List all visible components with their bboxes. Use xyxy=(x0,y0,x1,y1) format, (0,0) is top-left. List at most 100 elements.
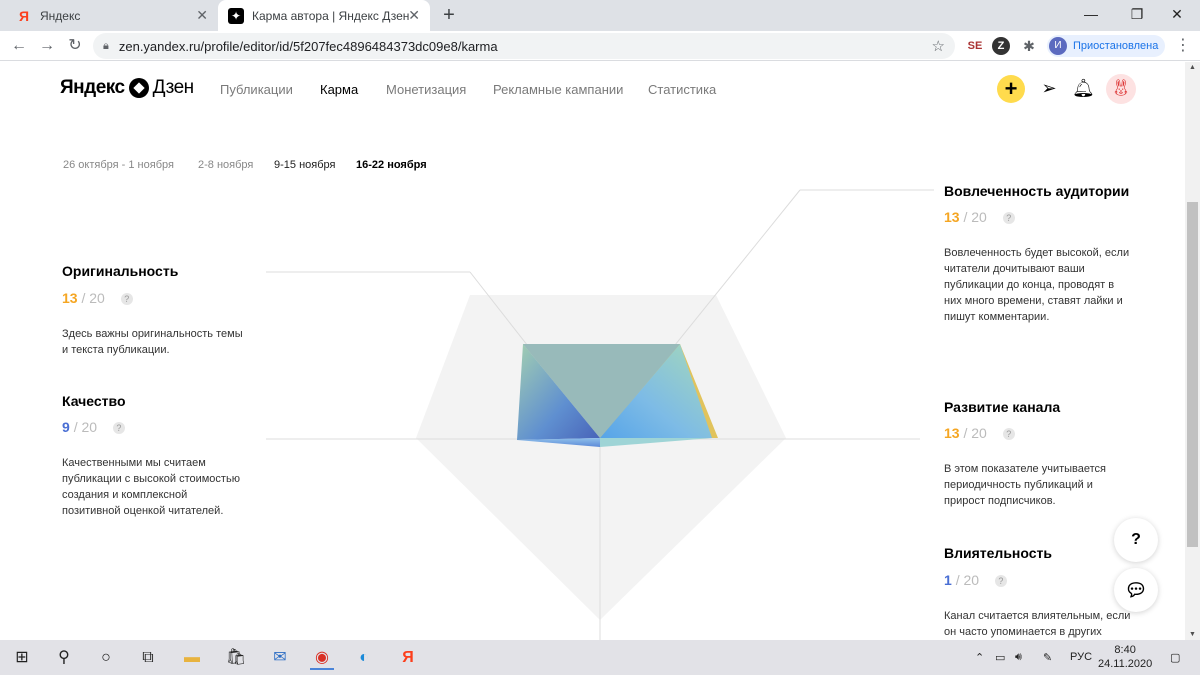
new-tab-button[interactable]: + xyxy=(438,4,460,27)
store-icon[interactable]: 🛍︎ xyxy=(224,646,248,670)
score-value: 13 xyxy=(62,290,78,306)
search-icon[interactable]: ⚲ xyxy=(52,646,76,670)
score-max: / 20 xyxy=(963,209,987,225)
influence-desc: Канал считается влиятельным, если он час… xyxy=(944,608,1130,640)
notifications-icon[interactable]: ▢ xyxy=(1170,651,1180,664)
engagement-score: 13 / 20 ? xyxy=(944,209,1015,225)
zen-header: Яндекс Дзен Публикации Карма Монетизация… xyxy=(0,62,1185,117)
logo-dzen: Дзен xyxy=(152,77,195,98)
zen-logo[interactable]: Яндекс Дзен xyxy=(60,77,194,99)
desc-line: Качественными мы считаем xyxy=(62,457,206,469)
desc-line: читатели дочитывают ваши xyxy=(944,263,1085,275)
desc-line: он часто упоминается в других xyxy=(944,626,1102,638)
minimize-button[interactable]: — xyxy=(1068,0,1114,31)
create-button[interactable]: + xyxy=(997,75,1025,103)
back-icon[interactable]: ← xyxy=(8,35,30,57)
lock-icon: 🔒︎ xyxy=(103,39,109,52)
task-view-icon[interactable]: ⧉ xyxy=(136,646,160,670)
help-icon[interactable]: ? xyxy=(1002,212,1015,225)
address-bar[interactable]: 🔒︎ zen.yandex.ru/profile/editor/id/5f207… xyxy=(93,33,955,59)
forward-icon[interactable]: → xyxy=(36,35,58,57)
bookmark-star-icon[interactable]: ☆ xyxy=(932,37,945,55)
display-icon[interactable]: ▭ xyxy=(995,651,1005,664)
score-max: / 20 xyxy=(81,290,105,306)
close-tab-icon[interactable]: ✕ xyxy=(196,7,208,24)
windows-start-icon[interactable]: ⊞ xyxy=(10,646,34,670)
influence-score: 1 / 20 ? xyxy=(944,572,1007,588)
avatar: И xyxy=(1049,37,1067,55)
originality-desc: Здесь важны оригинальность темы и текста… xyxy=(62,326,243,358)
menu-monetization[interactable]: Монетизация xyxy=(386,82,466,97)
close-tab-icon[interactable]: ✕ xyxy=(408,7,420,24)
extension-se-icon[interactable]: SE xyxy=(966,37,984,55)
week-option[interactable]: 26 октября - 1 ноября xyxy=(63,159,174,171)
score-value: 13 xyxy=(944,425,960,441)
desc-line: них много времени, ставят лайки и xyxy=(944,295,1123,307)
tab-yandex[interactable]: Я Яндекс ✕ xyxy=(0,0,218,31)
week-option-selected[interactable]: 16-22 ноября xyxy=(356,159,427,171)
puzzle-icon[interactable]: ✱ xyxy=(1020,37,1038,55)
scroll-thumb[interactable] xyxy=(1187,202,1198,547)
desc-line: публикации до конца, проводят в xyxy=(944,279,1115,291)
help-icon[interactable]: ? xyxy=(994,575,1007,588)
extension-z-icon[interactable]: Z xyxy=(992,37,1010,55)
zen-star-icon xyxy=(128,78,149,98)
originality-score: 13 / 20 ? xyxy=(62,290,133,306)
tab-karma[interactable]: ✦ Карма автора | Яндекс Дзен ✕ xyxy=(218,0,430,31)
scroll-up-icon[interactable]: ▲ xyxy=(1185,64,1200,71)
file-explorer-icon[interactable]: ▬ xyxy=(180,646,204,670)
yandex-browser-icon[interactable]: Я xyxy=(396,646,420,670)
clock-time: 8:40 xyxy=(1114,644,1136,656)
chrome-icon[interactable]: ◉ xyxy=(310,646,334,670)
help-icon[interactable]: ? xyxy=(112,422,125,435)
menu-karma[interactable]: Карма xyxy=(320,82,358,97)
send-icon[interactable]: ➢ xyxy=(1038,78,1060,100)
week-option[interactable]: 9-15 ноября xyxy=(274,159,335,171)
menu-dots-icon[interactable]: ⋮ xyxy=(1172,35,1194,57)
quality-desc: Качественными мы считаем публикации с вы… xyxy=(62,455,240,519)
menu-ad-campaigns[interactable]: Рекламные кампании xyxy=(493,82,623,97)
growth-desc: В этом показателе учитывается периодично… xyxy=(944,461,1106,509)
system-clock[interactable]: 8:40 24.11.2020 xyxy=(1098,643,1152,671)
clock-date: 24.11.2020 xyxy=(1098,658,1153,670)
reload-icon[interactable]: ↻ xyxy=(64,35,86,57)
desc-line: создания и комплексной xyxy=(62,489,188,501)
cortana-icon[interactable]: ○ xyxy=(94,646,118,670)
desc-line: периодичность публикаций и xyxy=(944,479,1093,491)
user-avatar[interactable]: 🐰︎ xyxy=(1106,74,1136,104)
page-scrollbar[interactable]: ▲ ▼ xyxy=(1185,62,1200,640)
desc-line: прирост подписчиков. xyxy=(944,495,1056,507)
bell-icon[interactable]: 🔔︎ xyxy=(1072,78,1095,100)
chat-icon[interactable]: 💬︎ xyxy=(1114,568,1158,612)
profile-button[interactable]: И Приостановлена xyxy=(1047,35,1165,57)
help-icon[interactable]: ? xyxy=(120,293,133,306)
pen-icon[interactable]: ✎ xyxy=(1043,651,1052,664)
week-option[interactable]: 2-8 ноября xyxy=(198,159,253,171)
help-button[interactable]: ? xyxy=(1114,518,1158,562)
browser-tab-strip: Я Яндекс ✕ ✦ Карма автора | Яндекс Дзен … xyxy=(0,0,1200,31)
tab-title: Яндекс xyxy=(40,8,81,23)
close-window-button[interactable]: ✕ xyxy=(1154,0,1200,31)
mail-icon[interactable]: ✉ xyxy=(268,646,292,670)
menu-statistics[interactable]: Статистика xyxy=(648,82,716,97)
edge-icon[interactable]: ◐ xyxy=(352,646,376,670)
engagement-title: Вовлеченность аудитории xyxy=(944,183,1130,199)
yandex-icon: Я xyxy=(18,7,30,24)
growth-score: 13 / 20 ? xyxy=(944,425,1015,441)
desc-line: В этом показателе учитывается xyxy=(944,463,1106,475)
desc-line: пишут комментарии. xyxy=(944,311,1050,323)
browser-toolbar: ← → ↻ 🔒︎ zen.yandex.ru/profile/editor/id… xyxy=(0,31,1200,61)
help-icon[interactable]: ? xyxy=(1002,428,1015,441)
chevron-up-icon[interactable]: ⌃ xyxy=(975,651,984,664)
karma-radar-chart xyxy=(266,189,934,640)
scroll-down-icon[interactable]: ▼ xyxy=(1185,631,1200,638)
volume-icon[interactable]: 🔊︎ xyxy=(1015,651,1022,664)
language-indicator[interactable]: РУС xyxy=(1070,651,1092,663)
originality-title: Оригинальность xyxy=(62,263,179,279)
score-max: / 20 xyxy=(963,425,987,441)
desc-line: и текста публикации. xyxy=(62,344,170,356)
menu-publications[interactable]: Публикации xyxy=(220,82,293,97)
desc-line: публикации с высокой стоимостью xyxy=(62,473,240,485)
url-text: zen.yandex.ru/profile/editor/id/5f207fec… xyxy=(118,38,498,54)
score-value: 13 xyxy=(944,209,960,225)
